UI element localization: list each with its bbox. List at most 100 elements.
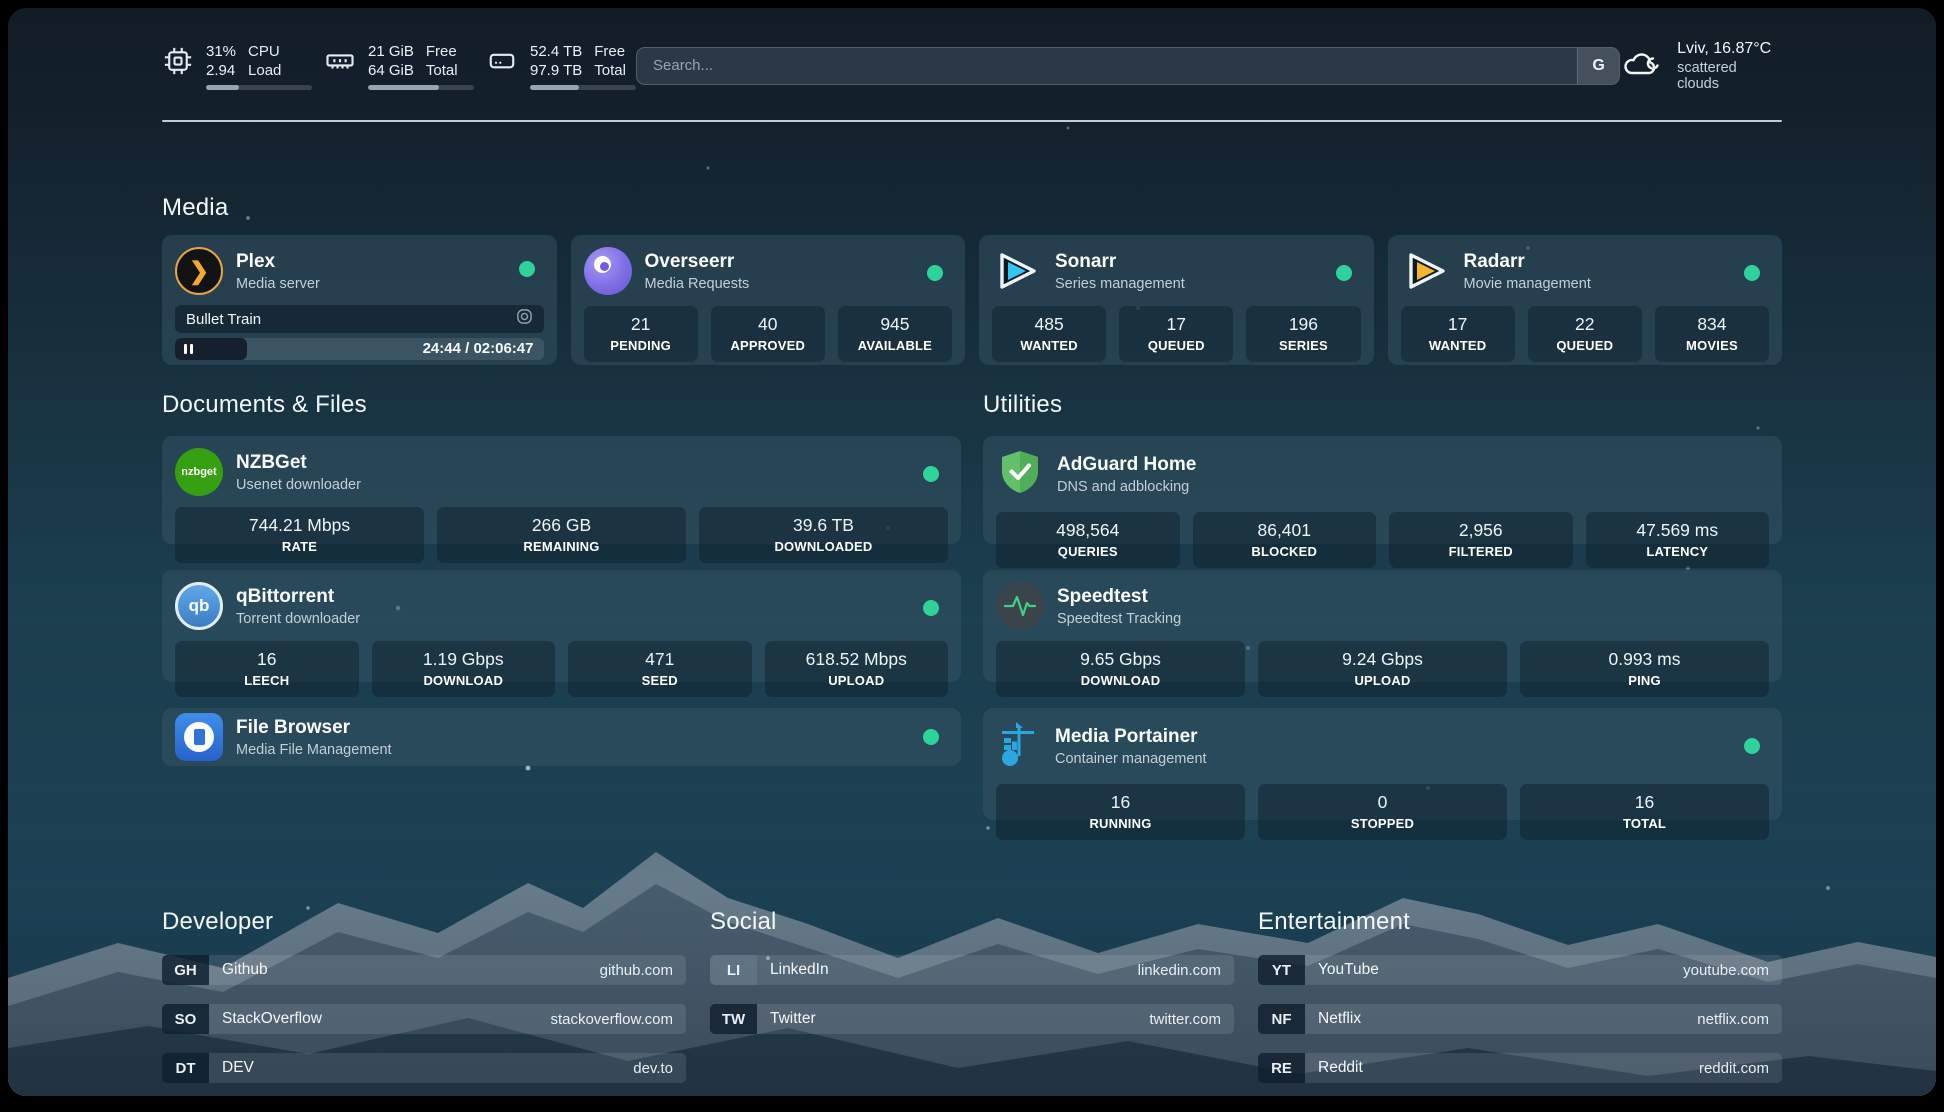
overseerr-stat-available: 945 AVAILABLE [838, 306, 952, 362]
system-stats: 31% 2.94 CPU Load [162, 42, 636, 90]
plex-icon: ❯ [175, 247, 223, 295]
speedtest-stat-upload: 9.24 Gbps UPLOAD [1258, 641, 1507, 697]
adguard-card[interactable]: AdGuard Home DNS and adblocking 498,564 … [983, 436, 1782, 544]
nzbget-subtitle: Usenet downloader [236, 477, 361, 493]
adguard-icon [996, 448, 1044, 501]
dashboard-window: 31% 2.94 CPU Load [8, 8, 1936, 1096]
youtube-url: youtube.com [1683, 962, 1769, 979]
qbittorrent-card[interactable]: qb qBittorrent Torrent downloader 16 LEE… [162, 570, 961, 682]
portainer-stat-total: 16 TOTAL [1520, 784, 1769, 840]
disk-free-label: Free [594, 42, 626, 61]
stackoverflow-name: StackOverflow [222, 1010, 322, 1028]
plex-playback-time: 24:44 / 02:06:47 [423, 338, 534, 360]
bookmark-twitter[interactable]: TW Twitter twitter.com [710, 1004, 1234, 1034]
github-abbr-badge: GH [162, 955, 209, 985]
disk-free-value: 52.4 TB [530, 42, 582, 61]
netflix-abbr-badge: NF [1258, 1004, 1305, 1034]
youtube-name: YouTube [1318, 961, 1379, 979]
section-utilities: Utilities AdGuard Home DNS and [983, 391, 1782, 846]
nzbget-card[interactable]: nzbget NZBGet Usenet downloader 744.21 M… [162, 436, 961, 544]
disk-total-value: 97.9 TB [530, 61, 582, 80]
sonarr-stat-series: 196 SERIES [1246, 306, 1360, 362]
cpu-progress-track [206, 85, 312, 90]
sonarr-card[interactable]: Sonarr Series management 485 WANTED 17 Q… [979, 235, 1374, 365]
bookmark-youtube[interactable]: YT YouTube youtube.com [1258, 955, 1782, 985]
dev-url: dev.to [633, 1060, 673, 1077]
bookmark-dev[interactable]: DT DEV dev.to [162, 1053, 686, 1083]
overseerr-name: Overseerr [645, 251, 750, 273]
plex-now-playing-row: Bullet Train [175, 305, 544, 333]
radarr-status-dot [1744, 265, 1760, 281]
stackoverflow-url: stackoverflow.com [550, 1011, 673, 1028]
overseerr-card[interactable]: Overseerr Media Requests 21 PENDING 40 A… [571, 235, 966, 365]
memory-free-value: 21 GiB [368, 42, 414, 61]
qbittorrent-stat-seed: 471 SEED [568, 641, 752, 697]
portainer-stat-running: 16 RUNNING [996, 784, 1245, 840]
netflix-name: Netflix [1318, 1010, 1361, 1028]
nzbget-stat-rate: 744.21 Mbps RATE [175, 507, 424, 563]
nzbget-name: NZBGet [236, 452, 361, 474]
twitter-url: twitter.com [1149, 1011, 1221, 1028]
weather-widget[interactable]: Lviv, 16.87°C scattered clouds [1620, 40, 1782, 92]
radarr-stat-wanted: 17 WANTED [1401, 306, 1515, 362]
bookmark-netflix[interactable]: NF Netflix netflix.com [1258, 1004, 1782, 1034]
speedtest-card[interactable]: Speedtest Speedtest Tracking 9.65 Gbps D… [983, 570, 1782, 682]
social-heading: Social [710, 908, 1234, 936]
media-heading: Media [162, 194, 1782, 222]
search-input[interactable] [637, 48, 1577, 84]
adguard-stat-queries: 498,564 QUERIES [996, 512, 1180, 568]
linkedin-name: LinkedIn [770, 961, 829, 979]
sonarr-name: Sonarr [1055, 251, 1185, 273]
adguard-subtitle: DNS and adblocking [1057, 479, 1196, 495]
radarr-name: Radarr [1464, 251, 1591, 273]
memory-progress-track [368, 85, 474, 90]
bookmark-github[interactable]: GH Github github.com [162, 955, 686, 985]
plex-progress-bar[interactable]: 24:44 / 02:06:47 [175, 338, 544, 360]
cpu-progress-fill [206, 85, 239, 90]
adguard-name: AdGuard Home [1057, 454, 1196, 476]
portainer-card[interactable]: Media Portainer Container management 16 … [983, 708, 1782, 820]
memory-progress-fill [368, 85, 439, 90]
bookmark-linkedin[interactable]: LI LinkedIn linkedin.com [710, 955, 1234, 985]
reddit-name: Reddit [1318, 1059, 1363, 1077]
filebrowser-icon [175, 713, 223, 761]
bookmark-reddit[interactable]: RE Reddit reddit.com [1258, 1053, 1782, 1083]
utilities-heading: Utilities [983, 391, 1782, 419]
section-media: Media ❯ Plex Media server Bullet Train [162, 194, 1782, 365]
radarr-stat-movies: 834 MOVIES [1655, 306, 1769, 362]
radarr-subtitle: Movie management [1464, 276, 1591, 292]
cloud-moon-icon [1620, 45, 1664, 86]
overseerr-subtitle: Media Requests [645, 276, 750, 292]
filebrowser-card[interactable]: File Browser Media File Management [162, 708, 961, 766]
section-entertainment: Entertainment YT YouTube youtube.com NF … [1258, 908, 1782, 1096]
netflix-url: netflix.com [1697, 1011, 1769, 1028]
github-name: Github [222, 961, 268, 979]
camera-icon [516, 308, 533, 330]
memory-stat-group: 21 GiB 64 GiB Free Total [324, 42, 474, 90]
section-documents: Documents & Files nzbget NZBGet Usenet d… [162, 391, 961, 846]
filebrowser-subtitle: Media File Management [236, 742, 392, 758]
search-engine-button[interactable]: G [1577, 48, 1619, 84]
qbittorrent-name: qBittorrent [236, 586, 360, 608]
cpu-load-label: Load [248, 61, 281, 80]
documents-heading: Documents & Files [162, 391, 961, 419]
pause-button[interactable] [184, 338, 193, 360]
bookmark-stackoverflow[interactable]: SO StackOverflow stackoverflow.com [162, 1004, 686, 1034]
plex-card[interactable]: ❯ Plex Media server Bullet Train [162, 235, 557, 365]
portainer-status-dot [1744, 738, 1760, 754]
cpu-icon [162, 45, 194, 77]
portainer-stat-stopped: 0 STOPPED [1258, 784, 1507, 840]
portainer-name: Media Portainer [1055, 726, 1207, 748]
portainer-icon [996, 720, 1042, 773]
section-developer: Developer GH Github github.com SO StackO… [162, 908, 686, 1096]
adguard-stat-filtered: 2,956 FILTERED [1389, 512, 1573, 568]
cpu-usage-label: CPU [248, 42, 281, 61]
search-bar: G [636, 47, 1620, 85]
sonarr-icon [992, 247, 1042, 295]
qbittorrent-status-dot [923, 600, 939, 616]
radarr-card[interactable]: Radarr Movie management 17 WANTED 22 QUE… [1388, 235, 1783, 365]
weather-condition: scattered clouds [1677, 60, 1782, 92]
youtube-abbr-badge: YT [1258, 955, 1305, 985]
section-social: Social LI LinkedIn linkedin.com TW Twitt… [710, 908, 1234, 1096]
twitter-name: Twitter [770, 1010, 816, 1028]
